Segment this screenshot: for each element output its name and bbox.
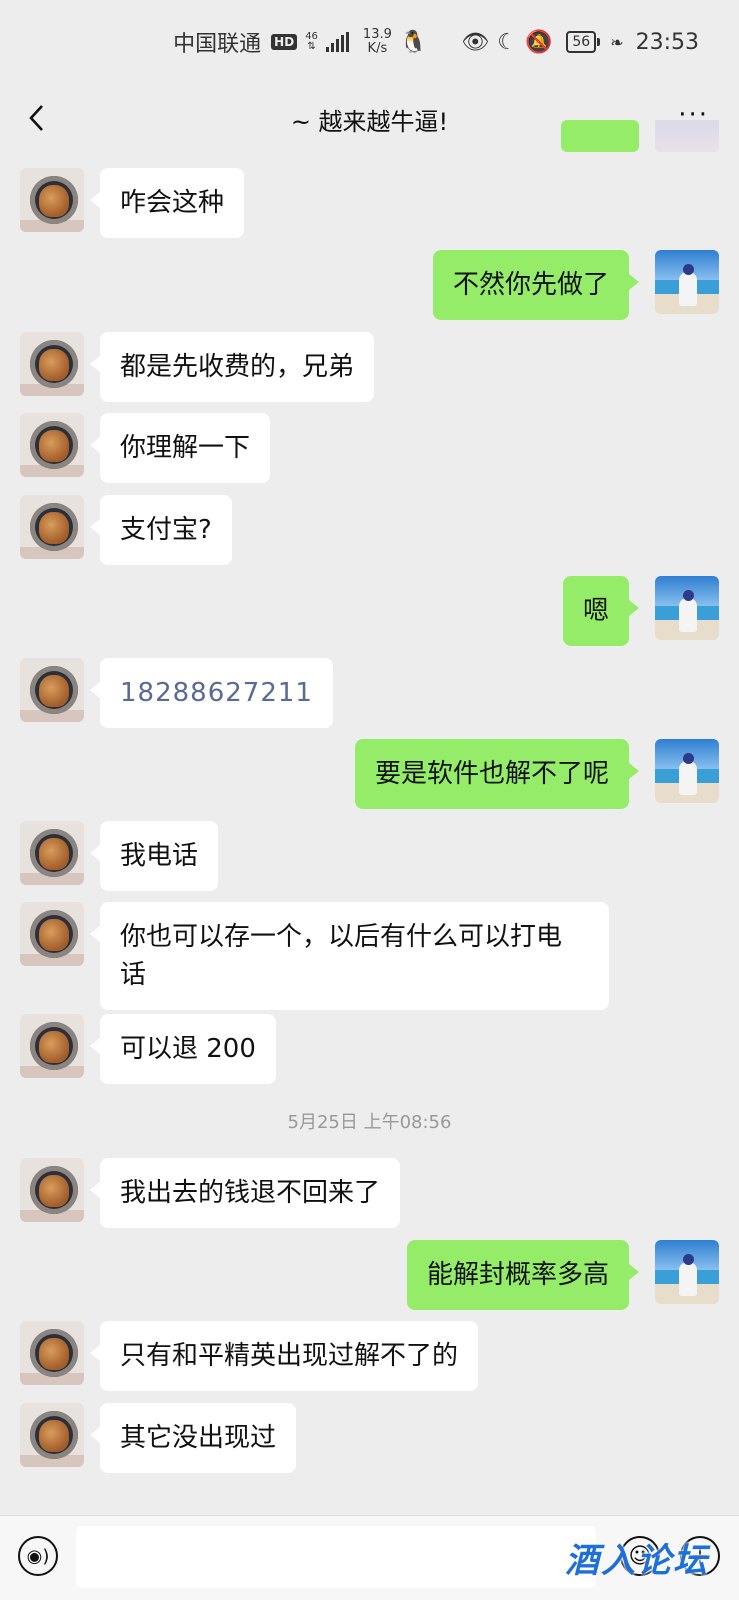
message-bubble[interactable]: 都是先收费的，兄弟 [89, 332, 375, 402]
message-bubble[interactable]: 嗯 [562, 576, 640, 646]
message-bubble[interactable]: 我出去的钱退不回来了 [89, 1158, 401, 1228]
message-bubble[interactable]: 要是软件也解不了呢 [354, 739, 640, 809]
bell-muted-icon: 🔕 [524, 29, 553, 55]
partial-avatar [655, 120, 719, 152]
contact-avatar[interactable] [20, 1014, 84, 1078]
contact-avatar[interactable] [20, 1403, 84, 1467]
contact-avatar[interactable] [20, 1158, 84, 1222]
phone-number-link[interactable]: 18288627211 [90, 658, 333, 728]
contact-avatar[interactable] [20, 495, 84, 559]
network-speed: 13.9 K/s [363, 28, 392, 56]
message-bubble[interactable]: 你也可以存一个，以后有什么可以打电 话 [90, 902, 609, 1010]
contact-avatar[interactable] [20, 658, 84, 722]
status-bar: 中国联通 HD 46 ⇅ 13.9 K/s 🐧 👁 ☾ 🔕 56 ❧ 23:53 [0, 0, 739, 84]
leaf-icon: ❧ [610, 32, 624, 52]
message-bubble[interactable]: 咋会这种 [89, 168, 245, 238]
contact-avatar[interactable] [20, 413, 84, 477]
battery-icon: 56 [566, 31, 600, 53]
network-type-label: 46 ⇅ [305, 31, 318, 52]
partial-message-bubble [561, 120, 639, 152]
message-bubble[interactable]: 可以退 200 [90, 1014, 276, 1084]
voice-input-button[interactable]: ◉) [18, 1536, 58, 1576]
eye-icon: 👁 [461, 29, 490, 55]
message-bubble[interactable]: 你理解一下 [89, 413, 271, 483]
message-input[interactable] [76, 1526, 596, 1588]
hd-badge: HD [271, 34, 298, 50]
message-bubble[interactable]: 不然你先做了 [432, 250, 640, 320]
contact-avatar[interactable] [20, 332, 84, 396]
moon-icon: ☾ [497, 29, 517, 55]
message-bubble[interactable]: 支付宝? [90, 495, 232, 565]
signal-icon [325, 32, 349, 52]
network-speed-unit: K/s [367, 41, 388, 56]
my-avatar[interactable] [655, 1240, 719, 1304]
contact-avatar[interactable] [20, 821, 84, 885]
contact-avatar[interactable] [20, 168, 84, 232]
message-bubble[interactable]: 能解封概率多高 [406, 1240, 640, 1310]
my-avatar[interactable] [655, 576, 719, 640]
my-avatar[interactable] [655, 739, 719, 803]
network-speed-value: 13.9 [362, 27, 392, 42]
message-bubble[interactable]: 其它没出现过 [89, 1403, 297, 1473]
contact-avatar[interactable] [20, 902, 84, 966]
carrier-label: 中国联通 [173, 32, 262, 57]
voice-icon: ◉) [26, 1545, 50, 1567]
forum-watermark: 酒入论坛 [565, 1541, 709, 1581]
clock: 23:53 [635, 29, 699, 55]
qq-icon: 🐧 [399, 29, 428, 55]
message-timestamp: 5月25日 上午08:56 [287, 1112, 452, 1133]
message-bubble[interactable]: 只有和平精英出现过解不了的 [89, 1321, 479, 1391]
contact-avatar[interactable] [20, 1321, 84, 1385]
my-avatar[interactable] [655, 250, 719, 314]
message-list[interactable]: 咋会这种 不然你先做了 都是先收费的，兄弟 你理解一下 支付宝? 嗯 18288… [0, 120, 739, 1515]
message-bubble[interactable]: 我电话 [89, 821, 219, 891]
